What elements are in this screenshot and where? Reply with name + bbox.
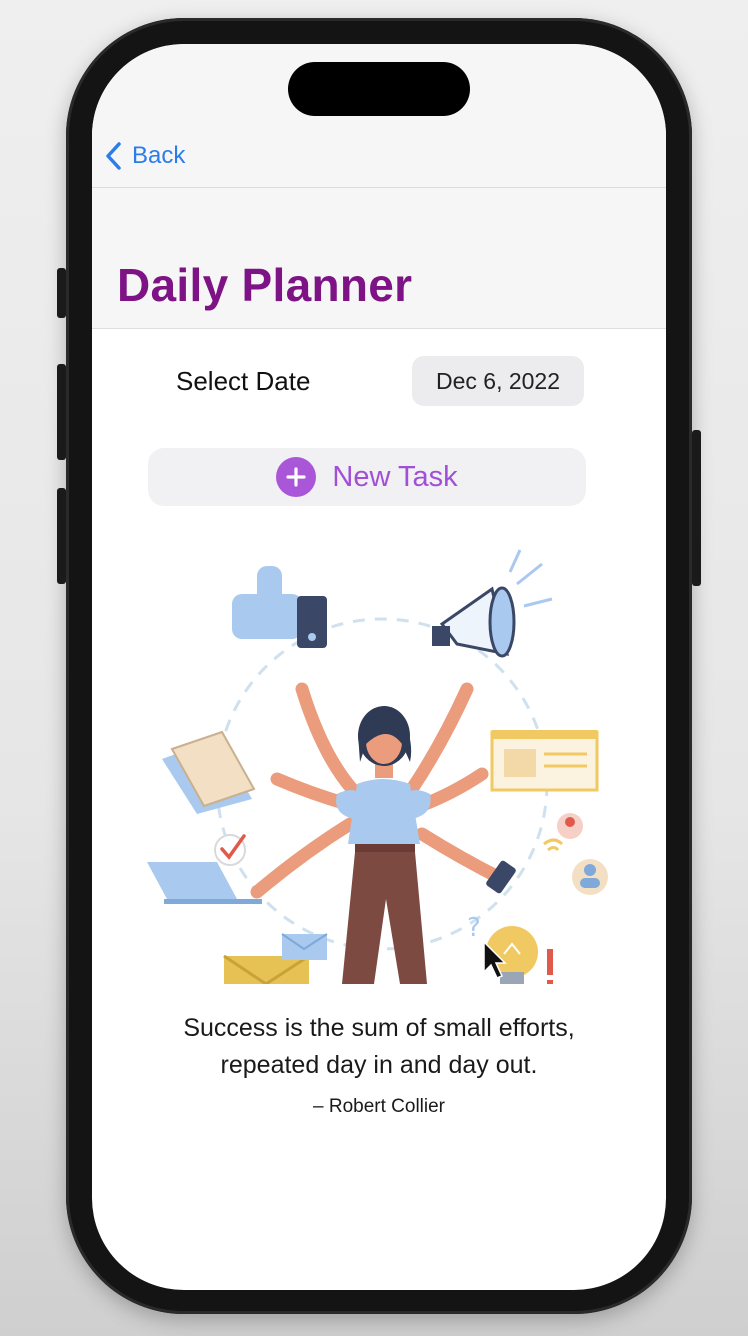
action-button <box>57 268 66 318</box>
chevron-left-icon <box>106 142 121 170</box>
envelope-icon <box>223 933 328 984</box>
date-picker-button[interactable]: Dec 6, 2022 <box>412 356 584 406</box>
dynamic-island <box>288 62 470 116</box>
back-button[interactable]: Back <box>104 138 185 174</box>
motivational-quote: Success is the sum of small efforts, rep… <box>112 1010 646 1084</box>
quote-line-1: Success is the sum of small efforts, <box>183 1014 575 1042</box>
documents-icon <box>162 730 256 814</box>
question-mark-icon: ? <box>467 913 481 943</box>
phone-screen: Back Daily Planner Select Date Dec 6, 20… <box>92 44 666 1290</box>
new-task-button[interactable]: New Task <box>148 448 586 506</box>
megaphone-icon <box>432 549 553 658</box>
checkmark-icon <box>214 834 246 866</box>
nav-divider <box>92 187 666 188</box>
quote-author: – Robert Collier <box>313 1096 445 1117</box>
back-button-label: Back <box>132 142 186 169</box>
thumbs-up-icon <box>232 566 327 648</box>
woman-figure <box>336 706 431 984</box>
multitasking-illustration: ? <box>147 549 608 984</box>
plus-icon <box>276 457 317 497</box>
quote-line-2: repeated day in and day out. <box>220 1051 538 1079</box>
laptop-icon <box>147 862 262 904</box>
power-button <box>692 430 701 586</box>
newspaper-icon <box>490 730 599 792</box>
wifi-icon <box>543 838 564 852</box>
new-task-label: New Task <box>332 460 458 493</box>
page-title: Daily Planner <box>117 259 413 311</box>
volume-up-button <box>57 364 66 460</box>
volume-down-button <box>57 488 66 584</box>
select-date-label: Select Date <box>176 366 311 396</box>
user-avatar-icon <box>557 813 608 895</box>
date-row: Select Date Dec 6, 2022 <box>92 356 666 408</box>
